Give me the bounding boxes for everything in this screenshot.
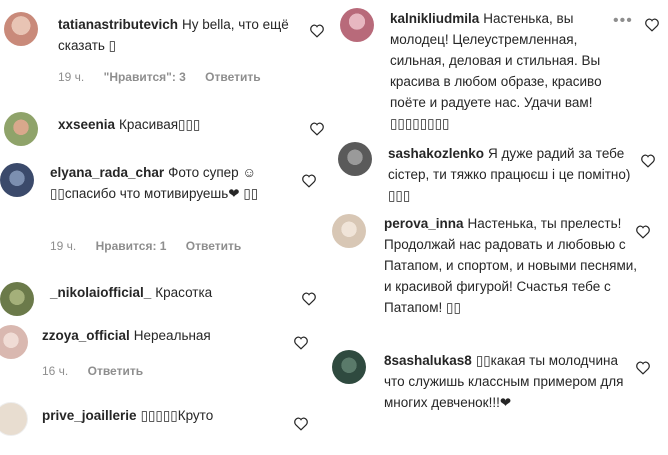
heart-icon[interactable] bbox=[635, 360, 651, 375]
likes-count[interactable]: "Нравится": 3 bbox=[104, 70, 186, 84]
heart-icon[interactable] bbox=[309, 121, 325, 136]
heart-icon[interactable] bbox=[301, 291, 317, 306]
avatar[interactable] bbox=[332, 214, 366, 248]
reply-button[interactable]: Ответить bbox=[186, 239, 241, 253]
comment-username[interactable]: _nikolaiofficial_ bbox=[50, 285, 151, 300]
comment-text: Красивая▯▯▯ bbox=[119, 117, 201, 132]
comment-username[interactable]: prive_joaillerie bbox=[42, 408, 137, 423]
heart-icon[interactable] bbox=[635, 224, 651, 239]
likes-count[interactable]: Нравится: 1 bbox=[96, 239, 167, 253]
heart-icon[interactable] bbox=[640, 153, 656, 168]
comment-username[interactable]: kalnikliudmila bbox=[390, 11, 479, 26]
left-comment-column: tatianastributevich Ну bella, что ещё ска… bbox=[0, 0, 330, 455]
avatar[interactable] bbox=[338, 142, 372, 176]
comment-username[interactable]: zzoya_official bbox=[42, 328, 130, 343]
comment-meta: 19 ч. "Нравится": 3 Ответить bbox=[58, 70, 277, 84]
comment-time: 16 ч. bbox=[42, 364, 69, 378]
heart-icon[interactable] bbox=[309, 23, 325, 38]
comment-username[interactable]: tatianastributevich bbox=[58, 17, 178, 32]
comment-username[interactable]: xxseenia bbox=[58, 117, 115, 132]
comment-time: 19 ч. bbox=[58, 70, 85, 84]
more-options-icon[interactable]: ••• bbox=[613, 12, 633, 30]
reply-button[interactable]: Ответить bbox=[88, 364, 143, 378]
heart-icon[interactable] bbox=[293, 416, 309, 431]
avatar[interactable] bbox=[0, 325, 28, 359]
comment-username[interactable]: perova_inna bbox=[384, 216, 464, 231]
comment-time: 19 ч. bbox=[50, 239, 77, 253]
avatar[interactable] bbox=[4, 112, 38, 146]
heart-icon[interactable] bbox=[301, 173, 317, 188]
avatar[interactable] bbox=[4, 12, 38, 46]
avatar[interactable] bbox=[332, 350, 366, 384]
avatar[interactable] bbox=[0, 282, 34, 316]
comment-username[interactable]: elyana_rada_char bbox=[50, 165, 164, 180]
comment-text: ▯▯▯▯▯Круто bbox=[140, 408, 214, 423]
avatar[interactable] bbox=[340, 8, 374, 42]
comment-text: Нереальная bbox=[133, 328, 211, 343]
comment-meta: 16 ч. Ответить bbox=[42, 364, 159, 378]
right-comment-column: kalnikliudmila Настенька, вы молодец! Цел… bbox=[330, 0, 668, 455]
comment-text: Красотка bbox=[155, 285, 213, 300]
heart-icon[interactable] bbox=[644, 17, 660, 32]
comment-username[interactable]: sashakozlenko bbox=[388, 146, 484, 161]
avatar[interactable] bbox=[0, 402, 28, 436]
comment-meta: 19 ч. Нравится: 1 Ответить bbox=[50, 239, 257, 253]
comment-username[interactable]: 8sashalukas8 bbox=[384, 353, 472, 368]
reply-button[interactable]: Ответить bbox=[205, 70, 260, 84]
avatar[interactable] bbox=[0, 163, 34, 197]
comment-text: Настенька, вы молодец! Целеустремленная,… bbox=[390, 11, 602, 131]
heart-icon[interactable] bbox=[293, 335, 309, 350]
